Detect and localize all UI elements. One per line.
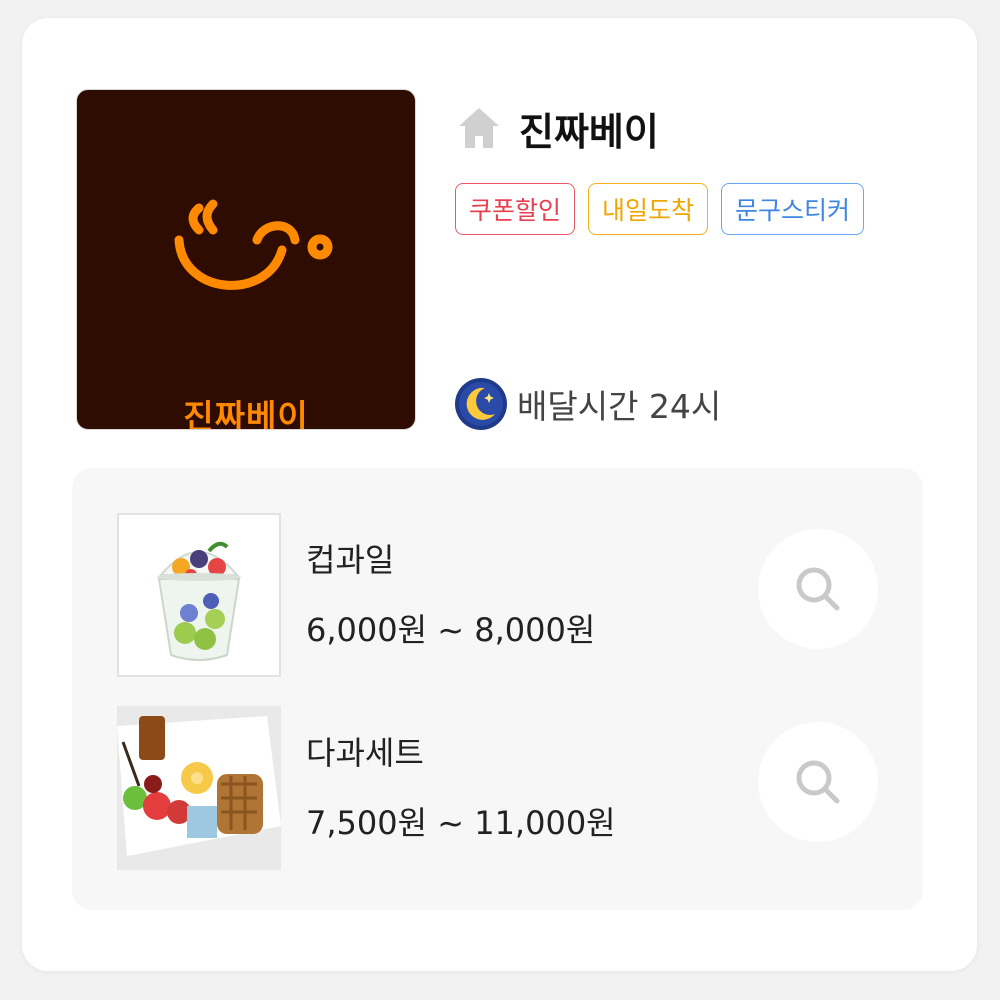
- delivery-hours-text: 배달시간 24시: [517, 387, 722, 426]
- menu-item-price: 7,500원 ~ 11,000원: [306, 804, 616, 842]
- logo-text: 진짜베이: [183, 397, 309, 430]
- cup-fruit-image[interactable]: [117, 513, 281, 677]
- tag-list: 쿠폰할인 내일도착 문구스티커: [455, 183, 865, 235]
- store-title-row: 진짜베이: [455, 100, 659, 156]
- tag-stationery-sticker[interactable]: 문구스티커: [721, 183, 865, 235]
- menu-item[interactable]: 다과세트 7,500원 ~ 11,000원: [72, 706, 923, 871]
- menu-panel: 컵과일 6,000원 ~ 8,000원 다과세트 7,500원 ~ 11,000…: [72, 468, 923, 910]
- store-logo[interactable]: 진짜베이: [76, 89, 416, 430]
- search-icon: [796, 760, 840, 804]
- search-button[interactable]: [758, 722, 878, 842]
- cup-fruit-icon: [157, 541, 241, 661]
- tag-coupon-discount[interactable]: 쿠폰할인: [455, 183, 576, 235]
- store-name: 진짜베이: [519, 109, 659, 154]
- snack-set-image[interactable]: [117, 706, 281, 870]
- cup-logo-icon: [174, 199, 333, 290]
- search-button[interactable]: [758, 529, 878, 649]
- menu-item-name: 컵과일: [306, 541, 395, 579]
- home-icon: [459, 108, 499, 148]
- snack-set-icon: [117, 706, 281, 870]
- tag-next-day-delivery[interactable]: 내일도착: [588, 183, 709, 235]
- menu-item[interactable]: 컵과일 6,000원 ~ 8,000원: [72, 513, 923, 678]
- menu-item-name: 다과세트: [306, 734, 424, 772]
- search-icon: [796, 567, 840, 611]
- menu-item-price: 6,000원 ~ 8,000원: [306, 611, 596, 649]
- delivery-hours: 배달시간 24시: [455, 378, 721, 430]
- moon-icon: [455, 378, 507, 430]
